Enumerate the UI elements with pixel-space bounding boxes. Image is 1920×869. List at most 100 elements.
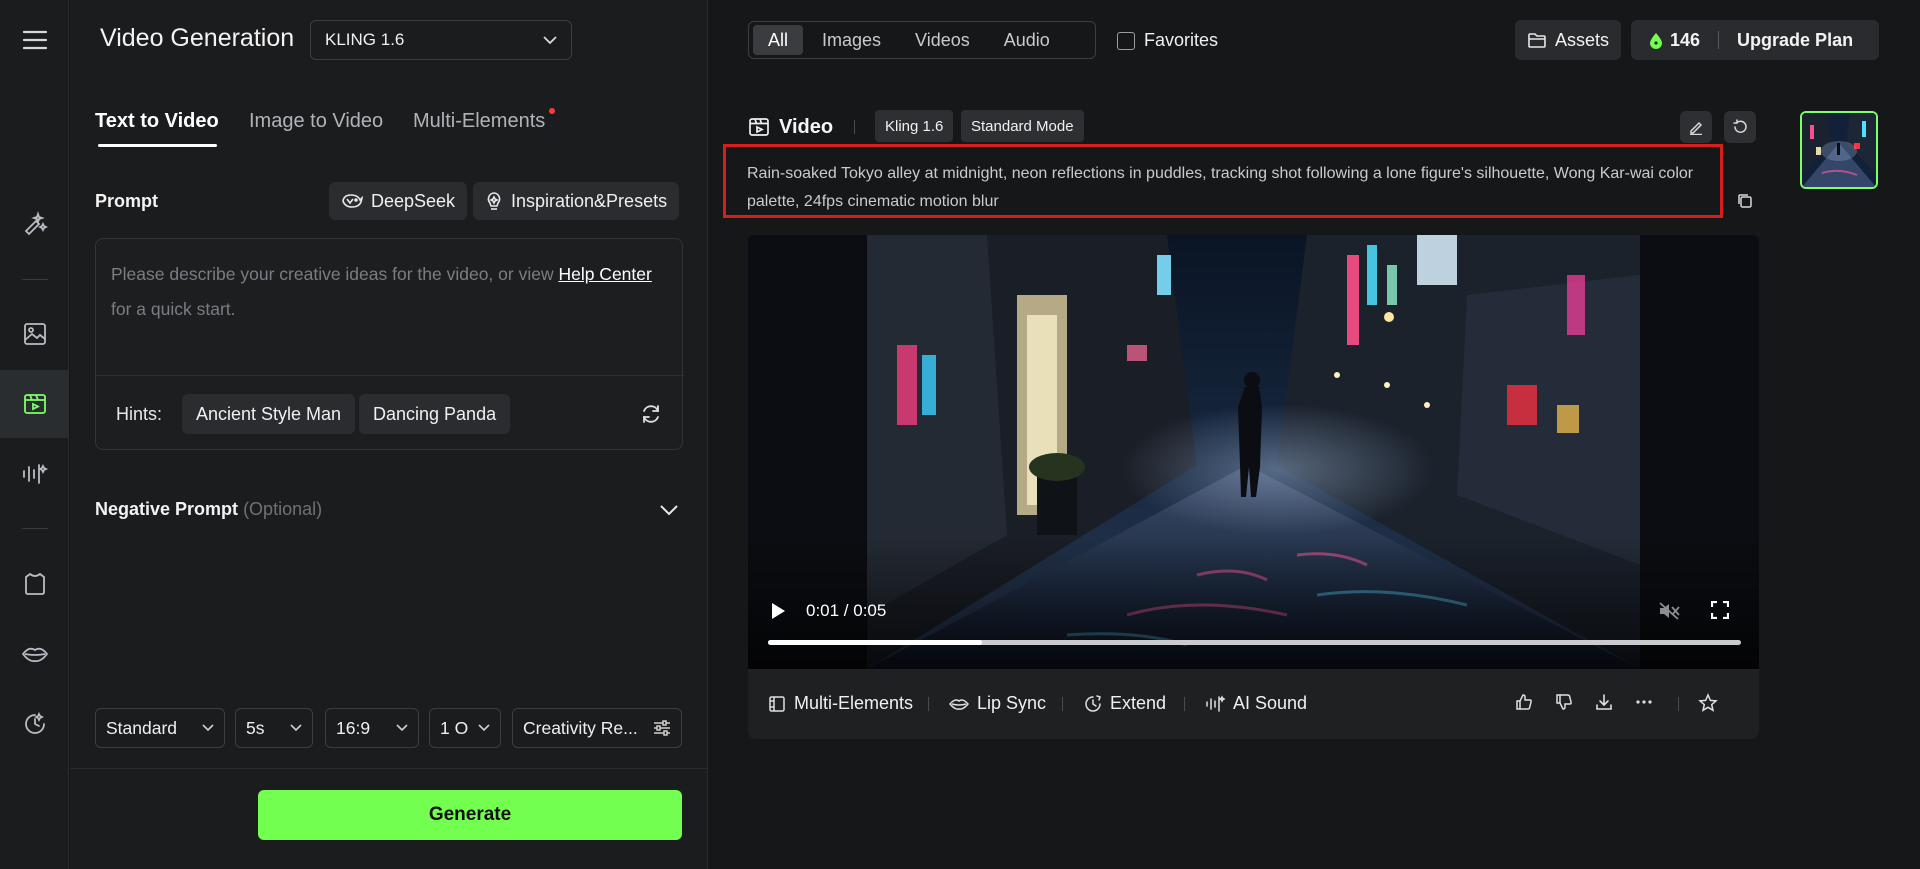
help-center-link[interactable]: Help Center [558,264,651,284]
prompt-placeholder-text-end: for a quick start. [111,299,236,319]
deepseek-label: DeepSeek [371,190,456,211]
ai-sound-label: AI Sound [1233,693,1308,713]
hints-label: Hints: [116,404,163,424]
chevron-down-icon [202,724,214,732]
assets-button[interactable]: Assets [1515,20,1621,60]
edit-prompt-icon[interactable] [1680,111,1712,143]
progress-track[interactable] [768,640,1741,645]
lip-sync-action[interactable]: Lip Sync [949,693,1046,714]
player-time: 0:01 / 0:05 [806,601,887,620]
lightbulb-icon [485,191,503,211]
prompt-placeholder: Please describe your creative ideas for … [111,257,671,327]
hint-chip[interactable]: Dancing Panda [359,394,511,434]
history-icon[interactable] [0,690,69,758]
creativity-settings-button[interactable]: Creativity Re... [512,708,682,748]
model-chip: Kling 1.6 [875,110,954,142]
extend-action[interactable]: Extend [1084,693,1166,714]
tab-image-to-video[interactable]: Image to Video [249,110,383,133]
image-icon[interactable] [0,300,69,368]
video-icon [748,116,770,138]
thumbs-up-icon[interactable] [1515,693,1533,711]
aspect-ratio-value: 16:9 [336,717,371,738]
thumbs-down-icon[interactable] [1555,693,1573,711]
regenerate-icon[interactable] [1724,111,1756,143]
generated-prompt-line-1: Rain-soaked Tokyo alley at midnight, neo… [747,165,1694,182]
model-select[interactable]: KLING 1.6 [310,20,572,60]
video-action-bar: Multi-Elements Lip Sync Extend AI Sound [748,669,1759,739]
ai-sound-action[interactable]: AI Sound [1205,693,1307,714]
prompt-placeholder-text: Please describe your creative ideas for … [111,264,559,284]
fullscreen-icon[interactable] [1711,601,1729,619]
hint-chip[interactable]: Ancient Style Man [182,394,356,434]
credits-count: 146 [1670,29,1701,50]
icon-rail [0,0,69,869]
new-badge-dot [549,108,555,114]
negative-prompt-toggle[interactable]: Negative Prompt (Optional) [95,499,322,520]
output-count-select[interactable]: 1 O [429,708,501,748]
thumbnail-frame [1802,113,1876,187]
lips-icon[interactable] [0,620,69,688]
chevron-down-icon[interactable] [660,505,678,516]
chevron-down-icon [290,724,302,732]
sliders-icon [654,720,670,736]
filter-audio[interactable]: Audio [989,25,1065,55]
lip-sync-label: Lip Sync [977,693,1047,713]
chevron-down-icon [478,724,490,732]
inspiration-presets-button[interactable]: Inspiration&Presets [473,182,680,220]
active-tab-indicator [98,144,217,147]
audio-icon[interactable] [0,440,69,508]
star-icon[interactable] [1698,693,1718,713]
mode-chip: Standard Mode [961,110,1084,142]
mode-select[interactable]: Standard [95,708,225,748]
media-filter: All Images Videos Audio [748,21,1096,59]
action-divider [1062,697,1063,711]
filter-images[interactable]: Images [807,25,896,55]
action-divider [1678,697,1679,711]
filter-all[interactable]: All [753,25,804,55]
video-icon[interactable] [0,370,69,438]
video-frame-street [748,235,1759,669]
chevron-down-icon [396,724,408,732]
tab-multi-elements[interactable]: Multi-Elements [413,110,545,133]
shirt-icon[interactable] [0,550,69,618]
upgrade-plan-button[interactable]: Upgrade Plan [1737,30,1853,51]
more-options-icon[interactable] [1635,693,1653,711]
deepseek-button[interactable]: DeepSeek [329,182,468,220]
prompt-label: Prompt [95,191,158,211]
deepseek-whale-icon [341,192,363,210]
sound-wave-icon [1206,694,1225,712]
play-icon[interactable] [770,602,786,620]
panel-footer-divider [70,768,708,769]
multi-elements-action[interactable]: Multi-Elements [768,693,913,714]
mode-value: Standard [106,717,178,738]
duration-select[interactable]: 5s [235,708,313,748]
model-select-value: KLING 1.6 [325,30,405,49]
favorites-label: Favorites [1144,30,1219,50]
favorites-toggle[interactable]: Favorites [1117,30,1218,51]
generate-button[interactable]: Generate [258,790,682,840]
action-divider [1184,697,1185,711]
filter-videos[interactable]: Videos [900,25,985,55]
credits-upgrade-group[interactable]: 146 Upgrade Plan [1631,20,1879,60]
assets-label: Assets [1554,29,1609,50]
aspect-ratio-select[interactable]: 16:9 [325,708,419,748]
inspiration-label: Inspiration&Presets [511,190,668,211]
results-area: All Images Videos Audio Favorites Assets… [709,0,1920,869]
favorites-checkbox[interactable] [1117,31,1135,50]
hints-row: Hints: Ancient Style Man Dancing Panda [96,375,684,451]
video-player[interactable]: 0:01 / 0:05 [748,235,1759,669]
prompt-textarea[interactable]: Please describe your creative ideas for … [95,238,684,451]
video-label: Video [779,116,834,138]
panel-title: Video Generation [100,24,295,52]
tab-text-to-video[interactable]: Text to Video [95,110,219,133]
film-icon [769,695,785,712]
generation-panel: Video Generation KLING 1.6 Text to Video… [70,0,708,869]
magic-edit-icon[interactable] [0,190,69,258]
download-icon[interactable] [1595,693,1613,711]
copy-icon[interactable] [1736,192,1754,210]
mute-icon[interactable] [1658,601,1680,621]
negative-prompt-optional: (Optional) [243,499,323,519]
refresh-icon[interactable] [640,403,662,425]
result-thumbnail[interactable] [1800,111,1878,189]
menu-icon[interactable] [0,6,69,74]
